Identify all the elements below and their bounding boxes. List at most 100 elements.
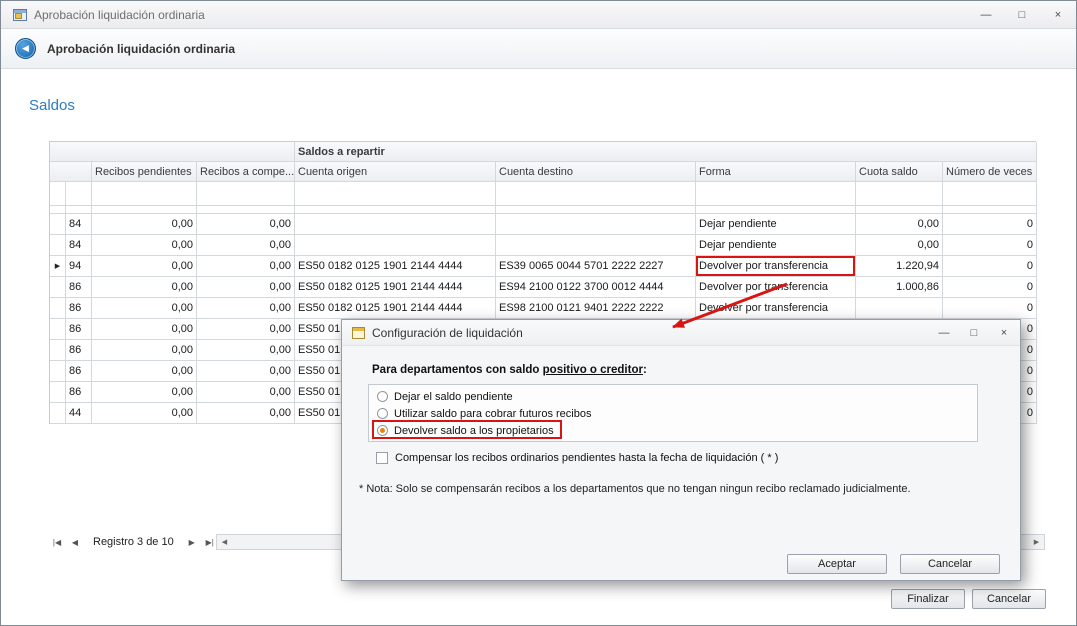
cancelar-button[interactable]: Cancelar <box>972 589 1046 609</box>
dialog-close-icon[interactable]: × <box>998 327 1010 339</box>
column-header-forma[interactable]: Forma <box>696 162 856 182</box>
scroll-left-icon[interactable]: ◀ <box>217 535 232 549</box>
column-header-recibos-compensar[interactable]: Recibos a compe... <box>197 162 295 182</box>
cell-cuenta-destino[interactable] <box>496 214 696 235</box>
cell-recibos-pendientes[interactable]: 0,00 <box>92 361 197 382</box>
cell-cuenta-destino[interactable]: ES98 2100 0121 9401 2222 2222 <box>496 298 696 319</box>
table-row[interactable]: ▶940,000,00ES50 0182 0125 1901 2144 4444… <box>50 256 1036 277</box>
column-header-recibos-pendientes[interactable]: Recibos pendientes <box>92 162 197 182</box>
cell-row-indicator[interactable] <box>50 382 66 403</box>
column-header-cuota-saldo[interactable]: Cuota saldo <box>856 162 943 182</box>
cell-recibos-pendientes[interactable]: 0,00 <box>92 277 197 298</box>
column-header-cuenta-origen[interactable]: Cuenta origen <box>295 162 496 182</box>
cell-recibos-pendientes[interactable]: 0,00 <box>92 340 197 361</box>
cell-id[interactable]: 86 <box>66 340 92 361</box>
nav-prev-icon[interactable]: ◀ <box>67 535 83 549</box>
cell-row-indicator[interactable] <box>50 235 66 256</box>
cell-cuenta-origen[interactable] <box>295 235 496 256</box>
cell-row-indicator[interactable] <box>50 403 66 424</box>
cell-numero-veces[interactable]: 0 <box>943 214 1037 235</box>
cell-id[interactable]: 86 <box>66 319 92 340</box>
cell-recibos-compensar[interactable]: 0,00 <box>197 214 295 235</box>
cell-row-indicator[interactable] <box>50 361 66 382</box>
cell-recibos-compensar[interactable]: 0,00 <box>197 298 295 319</box>
scroll-right-icon[interactable]: ▶ <box>1029 535 1044 549</box>
cell-recibos-compensar[interactable]: 0,00 <box>197 382 295 403</box>
cell-cuota-saldo[interactable]: 0,00 <box>856 214 943 235</box>
cell-cuota-saldo[interactable] <box>856 298 943 319</box>
cell-cuenta-destino[interactable]: ES39 0065 0044 5701 2222 2227 <box>496 256 696 277</box>
cell-id[interactable]: 84 <box>66 214 92 235</box>
cell-recibos-pendientes[interactable]: 0,00 <box>92 214 197 235</box>
cell-cuota-saldo[interactable]: 1.220,94 <box>856 256 943 277</box>
table-row[interactable]: 860,000,00ES50 0182 0125 1901 2144 4444E… <box>50 277 1036 298</box>
cell-recibos-compensar[interactable]: 0,00 <box>197 235 295 256</box>
cell-row-indicator[interactable] <box>50 340 66 361</box>
cell-recibos-compensar[interactable]: 0,00 <box>197 403 295 424</box>
cell-cuota-saldo[interactable]: 0,00 <box>856 235 943 256</box>
cell-id[interactable]: 86 <box>66 361 92 382</box>
cell-id[interactable]: 86 <box>66 298 92 319</box>
cell-cuenta-origen[interactable]: ES50 0182 0125 1901 2144 4444 <box>295 256 496 277</box>
cell-recibos-pendientes[interactable]: 0,00 <box>92 403 197 424</box>
cell-cuenta-destino[interactable]: ES94 2100 0122 3700 0012 4444 <box>496 277 696 298</box>
restore-icon[interactable]: □ <box>1016 9 1028 21</box>
grid-group-header-row: Saldos a repartir <box>50 142 1036 162</box>
cell-forma[interactable]: Devolver por transferencia <box>696 256 856 277</box>
back-button[interactable]: ◀ <box>15 38 36 59</box>
dialog-restore-icon[interactable]: □ <box>968 327 980 339</box>
cell-forma[interactable]: Devolver por transferencia <box>696 277 856 298</box>
cell-numero-veces[interactable]: 0 <box>943 277 1037 298</box>
cell-forma[interactable]: Devolver por transferencia <box>696 298 856 319</box>
cell-numero-veces[interactable]: 0 <box>943 256 1037 277</box>
cell-recibos-compensar[interactable]: 0,00 <box>197 361 295 382</box>
cell-forma[interactable]: Dejar pendiente <box>696 235 856 256</box>
nav-first-icon[interactable]: |◀ <box>49 535 65 549</box>
cell-recibos-compensar[interactable]: 0,00 <box>197 319 295 340</box>
cell-row-indicator[interactable] <box>50 319 66 340</box>
radio-option-devolver[interactable]: Devolver saldo a los propietarios <box>369 422 977 439</box>
compensar-checkbox-row[interactable]: Compensar los recibos ordinarios pendien… <box>376 452 778 464</box>
cell-recibos-compensar[interactable]: 0,00 <box>197 256 295 277</box>
cell-recibos-compensar[interactable]: 0,00 <box>197 277 295 298</box>
aceptar-button[interactable]: Aceptar <box>787 554 887 574</box>
cell-recibos-pendientes[interactable]: 0,00 <box>92 235 197 256</box>
column-header-cuenta-destino[interactable]: Cuenta destino <box>496 162 696 182</box>
nav-next-icon[interactable]: ▶ <box>184 535 200 549</box>
cell-id[interactable]: 94 <box>66 256 92 277</box>
minimize-icon[interactable]: — <box>980 9 992 21</box>
cell-id[interactable]: 86 <box>66 382 92 403</box>
finalizar-button[interactable]: Finalizar <box>891 589 965 609</box>
cell-id[interactable]: 84 <box>66 235 92 256</box>
cell-cuenta-origen[interactable]: ES50 0182 0125 1901 2144 4444 <box>295 298 496 319</box>
radio-option-utilizar[interactable]: Utilizar saldo para cobrar futuros recib… <box>369 405 977 422</box>
cell-id[interactable]: 86 <box>66 277 92 298</box>
cell-recibos-pendientes[interactable]: 0,00 <box>92 319 197 340</box>
cell-row-indicator[interactable] <box>50 277 66 298</box>
cell-row-indicator[interactable]: ▶ <box>50 256 66 277</box>
dialog-minimize-icon[interactable]: — <box>938 327 950 339</box>
cell-forma[interactable]: Dejar pendiente <box>696 214 856 235</box>
cell-cuenta-destino[interactable] <box>496 235 696 256</box>
cell-recibos-compensar[interactable]: 0,00 <box>197 340 295 361</box>
radio-option-dejar[interactable]: Dejar el saldo pendiente <box>369 388 977 405</box>
cell-recibos-pendientes[interactable]: 0,00 <box>92 382 197 403</box>
cell-numero-veces[interactable]: 0 <box>943 235 1037 256</box>
close-icon[interactable]: × <box>1052 9 1064 21</box>
cell-id[interactable]: 44 <box>66 403 92 424</box>
table-row[interactable]: 840,000,00Dejar pendiente0,000 <box>50 214 1036 235</box>
cell-cuota-saldo[interactable]: 1.000,86 <box>856 277 943 298</box>
cell-numero-veces[interactable]: 0 <box>943 298 1037 319</box>
dialog-cancelar-button[interactable]: Cancelar <box>900 554 1000 574</box>
cell-row-indicator[interactable] <box>50 298 66 319</box>
table-row[interactable]: 860,000,00ES50 0182 0125 1901 2144 4444E… <box>50 298 1036 319</box>
table-row[interactable]: 840,000,00Dejar pendiente0,000 <box>50 235 1036 256</box>
radio-icon <box>377 391 388 402</box>
cell-cuenta-origen[interactable] <box>295 214 496 235</box>
cell-recibos-pendientes[interactable]: 0,00 <box>92 298 197 319</box>
cell-cuenta-origen[interactable]: ES50 0182 0125 1901 2144 4444 <box>295 277 496 298</box>
cell-row-indicator[interactable] <box>50 214 66 235</box>
column-header-numero-veces[interactable]: Número de veces <box>943 162 1037 182</box>
cell-recibos-pendientes[interactable]: 0,00 <box>92 256 197 277</box>
checkbox-icon[interactable] <box>376 452 388 464</box>
